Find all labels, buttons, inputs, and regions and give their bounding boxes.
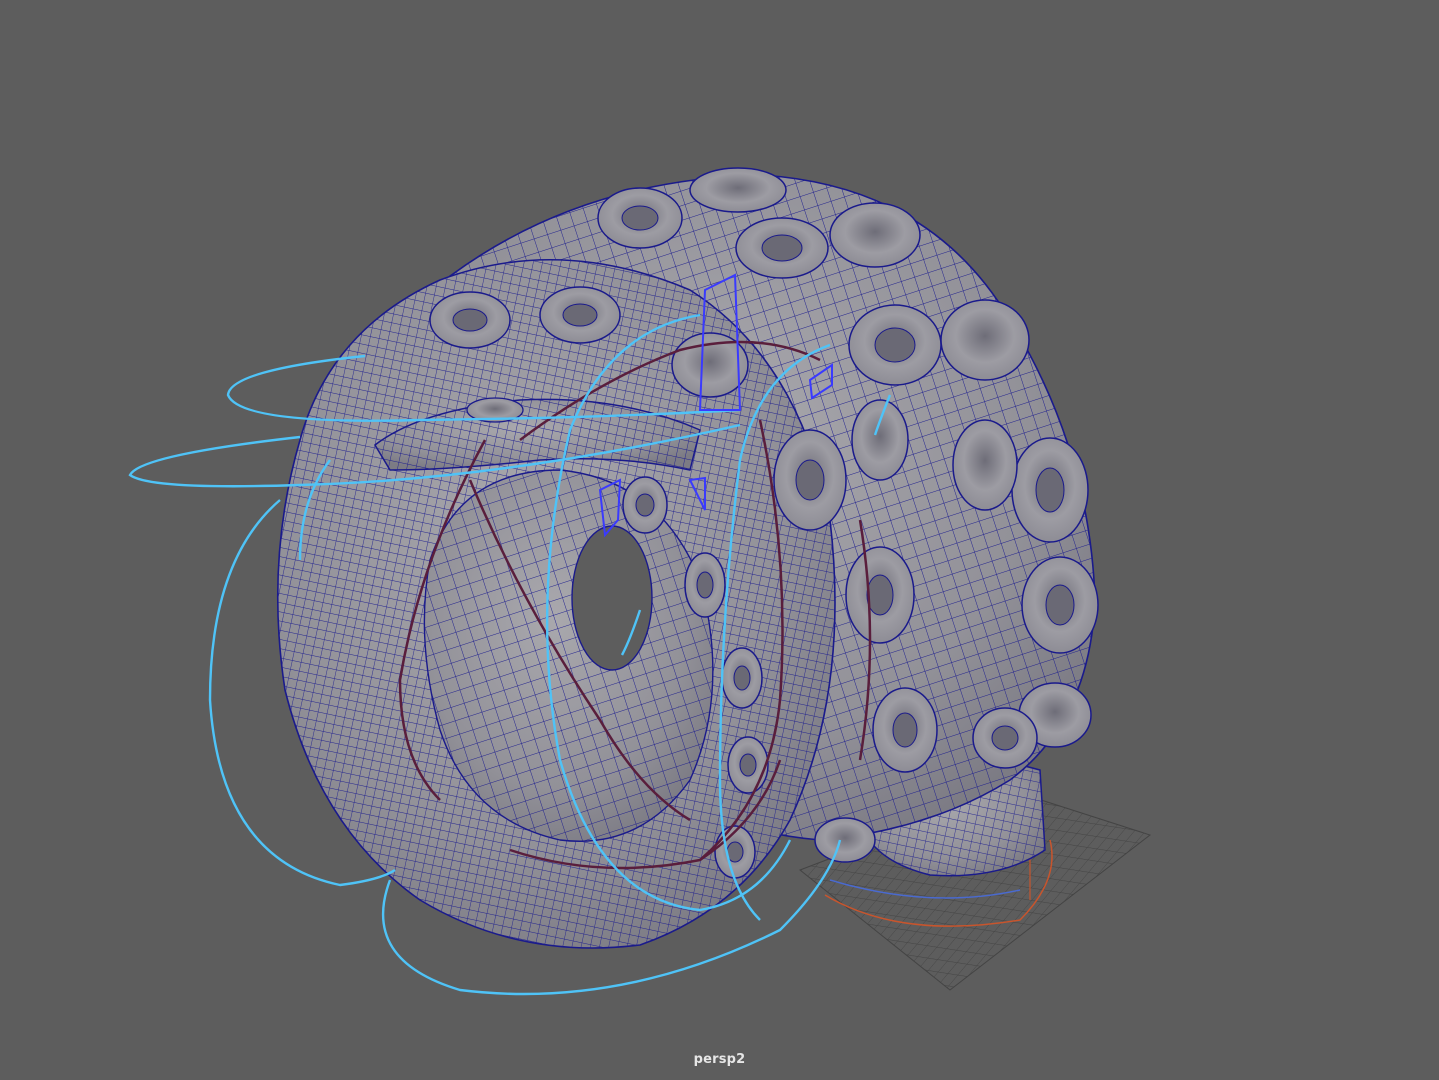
sucker[interactable] bbox=[940, 299, 1030, 381]
sucker[interactable] bbox=[845, 546, 915, 644]
sucker[interactable] bbox=[727, 736, 769, 794]
sucker[interactable] bbox=[952, 419, 1018, 511]
sucker[interactable] bbox=[689, 167, 787, 213]
sucker[interactable] bbox=[872, 687, 938, 773]
sucker[interactable] bbox=[1011, 437, 1089, 543]
sucker[interactable] bbox=[597, 187, 683, 249]
sucker[interactable] bbox=[829, 202, 921, 268]
sucker[interactable] bbox=[539, 286, 621, 344]
sucker[interactable] bbox=[735, 217, 829, 279]
sucker[interactable] bbox=[721, 647, 763, 709]
viewport-panel[interactable]: persp2 bbox=[0, 0, 1439, 1080]
sucker[interactable] bbox=[814, 817, 876, 863]
sucker[interactable] bbox=[622, 476, 668, 534]
sucker[interactable] bbox=[851, 399, 909, 481]
sucker[interactable] bbox=[773, 429, 847, 531]
sucker[interactable] bbox=[972, 707, 1038, 769]
camera-name-label: persp2 bbox=[693, 1052, 746, 1067]
sucker[interactable] bbox=[714, 825, 756, 879]
sucker[interactable] bbox=[429, 291, 511, 349]
sucker[interactable] bbox=[684, 552, 726, 618]
sucker[interactable] bbox=[1021, 556, 1099, 654]
sucker[interactable] bbox=[848, 304, 942, 386]
scene-view[interactable] bbox=[0, 0, 1439, 1080]
ring-hole bbox=[571, 525, 653, 671]
